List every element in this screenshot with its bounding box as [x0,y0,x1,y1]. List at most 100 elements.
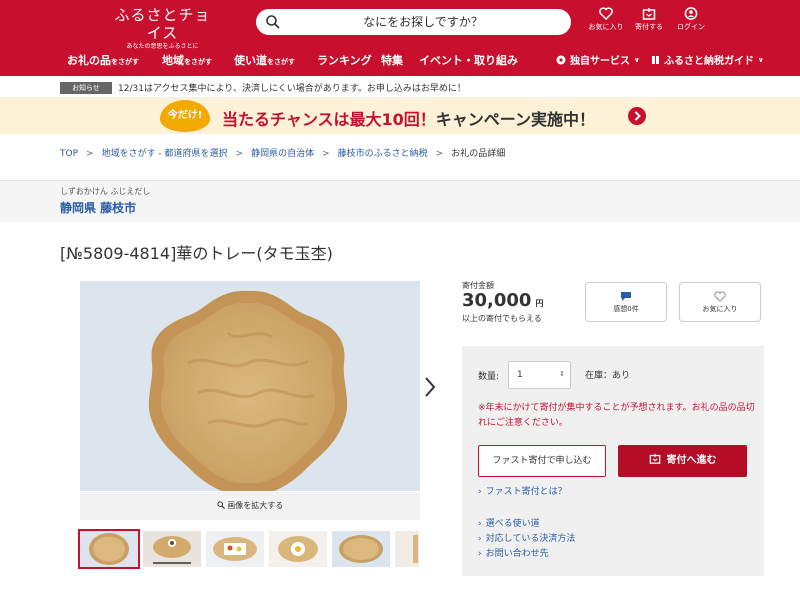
price-unit: 円 [535,299,544,308]
reviews-button[interactable]: 感想0件 [585,282,667,322]
usage-link[interactable]: › 選べる使い道 [478,516,540,529]
breadcrumb: TOP > 地域をさがす - 都道府県を選択 > 静岡県の自治体 > 藤枝市のふるさと納税 >… [60,149,506,159]
zoom-button[interactable]: 画像を拡大する [80,492,420,520]
login-link[interactable]: ログイン [671,7,711,32]
thumbnail[interactable] [143,531,201,567]
notice-text[interactable]: 12/31はアクセス集中により、決済しにくい場合があります。お申し込みはお早めに… [118,81,466,94]
thumbnail[interactable] [206,531,264,567]
price-note: 以上の寄付でもらえる [462,314,542,323]
chevron-down-icon: ∨ [634,55,640,64]
link-label: 対応している決済方法 [485,534,576,544]
product-title: [№5809-4814]華のトレー(タモ玉杢) [60,244,333,263]
donate-icon [642,8,656,20]
nav-label: お礼の品 [67,54,111,67]
magnifier-icon [217,501,225,509]
book-icon [652,55,659,64]
donate-label: 寄付する [635,23,663,31]
logo-tagline: あなたの意思をふるさとに [126,43,199,50]
nav-item-gifts[interactable]: お礼の品をさがす [67,52,139,68]
nav-item-events[interactable]: イベント・取り組み [419,52,518,68]
search-bar[interactable] [256,9,571,35]
link-label: 選べる使い道 [485,519,540,529]
nav-label: イベント・取り組み [419,54,518,67]
quantity-select[interactable]: 1 ⇕ [508,361,571,389]
chevron-down-icon: ∨ [758,55,764,64]
nav-item-services[interactable]: 独自サービス ∨ [556,52,640,67]
nav-sublabel: をさがす [111,58,139,66]
notice-tag: お知らせ [60,82,112,94]
notice-bar: お知らせ 12/31はアクセス集中により、決済しにくい場合があります。お申し込み… [0,78,800,98]
breadcrumb-link[interactable]: 静岡県の自治体 [251,149,314,159]
login-label: ログイン [677,23,705,31]
favorite-label: お気に入り [588,23,624,31]
fast-donate-info-link[interactable]: › ファスト寄付とは？ [478,484,567,497]
reviews-label: 感想0件 [613,305,639,313]
site-logo[interactable]: ふるさとチョイス あなたの意思をふるさとに [110,6,215,51]
nav-label: 独自サービス [570,56,630,67]
chevron-right-icon [425,377,436,397]
link-label: ファスト寄付とは？ [485,487,567,497]
banner-text[interactable]: 当たるチャンスは最大10回！キャンペーン実施中！ [222,106,595,130]
speech-bubble-icon [621,292,631,301]
thumbnail[interactable] [269,531,327,567]
stock-status: 在庫：あり [585,371,631,381]
tray-photo [80,281,420,491]
search-input[interactable] [288,12,558,32]
search-icon [266,15,280,29]
chevron-right-icon: › [478,487,482,497]
favorite-button-label: お気に入り [702,305,738,313]
arrow-right-icon[interactable] [628,107,646,125]
nav-label: ふるさと納税ガイド [664,56,754,67]
contact-link[interactable]: › お問い合わせ先 [478,546,549,559]
donate-link[interactable]: 寄付する [629,7,669,32]
nav-sublabel: をさがす [267,58,295,66]
price-amount: 30,000 [462,290,532,311]
thumbnail[interactable] [395,531,419,567]
link-label: お問い合わせ先 [485,549,549,559]
thumbnail[interactable] [332,531,390,567]
nav-item-usage[interactable]: 使い道をさがす [234,52,295,68]
select-arrows-icon: ⇕ [559,370,565,378]
product-main-image[interactable] [80,281,420,491]
banner-badge: 今だけ! [160,100,210,132]
nav-item-ranking[interactable]: ランキング [317,52,372,68]
nav-label: ランキング [317,54,372,67]
region-name[interactable]: 静岡県 藤枝市 [60,199,136,216]
nav-label: 使い道 [234,54,267,67]
user-icon [684,7,698,20]
nav-label: 地域 [162,54,184,67]
chevron-right-icon: › [478,519,482,529]
quantity-value: 1 [517,370,523,380]
nav-item-feature[interactable]: 特集 [381,52,403,68]
chevron-right-icon: › [478,549,482,559]
nav-item-region[interactable]: 地域をさがす [162,52,212,68]
breadcrumb-current: お礼の品詳細 [451,149,506,159]
chevron-right-icon: › [478,534,482,544]
banner-subtext: キャンペーン実施中！ [435,110,595,129]
warning-text: ※年末にかけて寄付が集中することが予想されます。お礼の品の品切れにご注意ください… [478,403,755,428]
main-nav: お礼の品をさがす 地域をさがす 使い道をさがす ランキング 特集 イベント・取り… [0,52,800,70]
banner-highlight: 当たるチャンスは最大10回！ [222,110,436,129]
proceed-donate-button[interactable]: 寄付へ進む [618,445,747,477]
payment-methods-link[interactable]: › 対応している決済方法 [478,531,575,544]
fast-donate-button[interactable]: ファスト寄付で申し込む [478,445,606,477]
services-icon [556,55,566,64]
nav-label: 特集 [381,54,403,67]
region-reading: しずおかけん ふじえだし [60,187,151,196]
proceed-label: 寄付へ進む [666,455,717,466]
thumbnail[interactable] [78,529,140,569]
breadcrumb-link[interactable]: 地域をさがす - 都道府県を選択 [102,149,228,159]
favorite-link[interactable]: お気に入り [586,7,626,32]
nav-sublabel: をさがす [184,58,212,66]
breadcrumb-link[interactable]: TOP [60,149,78,159]
donate-icon [649,453,660,464]
zoom-label: 画像を拡大する [227,501,284,510]
logo-text: ふるさとチョイス [114,6,211,42]
nav-item-guide[interactable]: ふるさと納税ガイド ∨ [651,52,764,67]
price-value: 30,000 円 [462,290,543,311]
favorite-button[interactable]: お気に入り [679,282,761,322]
quantity-label: 数量: [478,372,500,382]
heart-icon [599,7,613,20]
next-image-button[interactable] [422,375,438,399]
breadcrumb-link[interactable]: 藤枝市のふるさと納税 [338,149,428,159]
